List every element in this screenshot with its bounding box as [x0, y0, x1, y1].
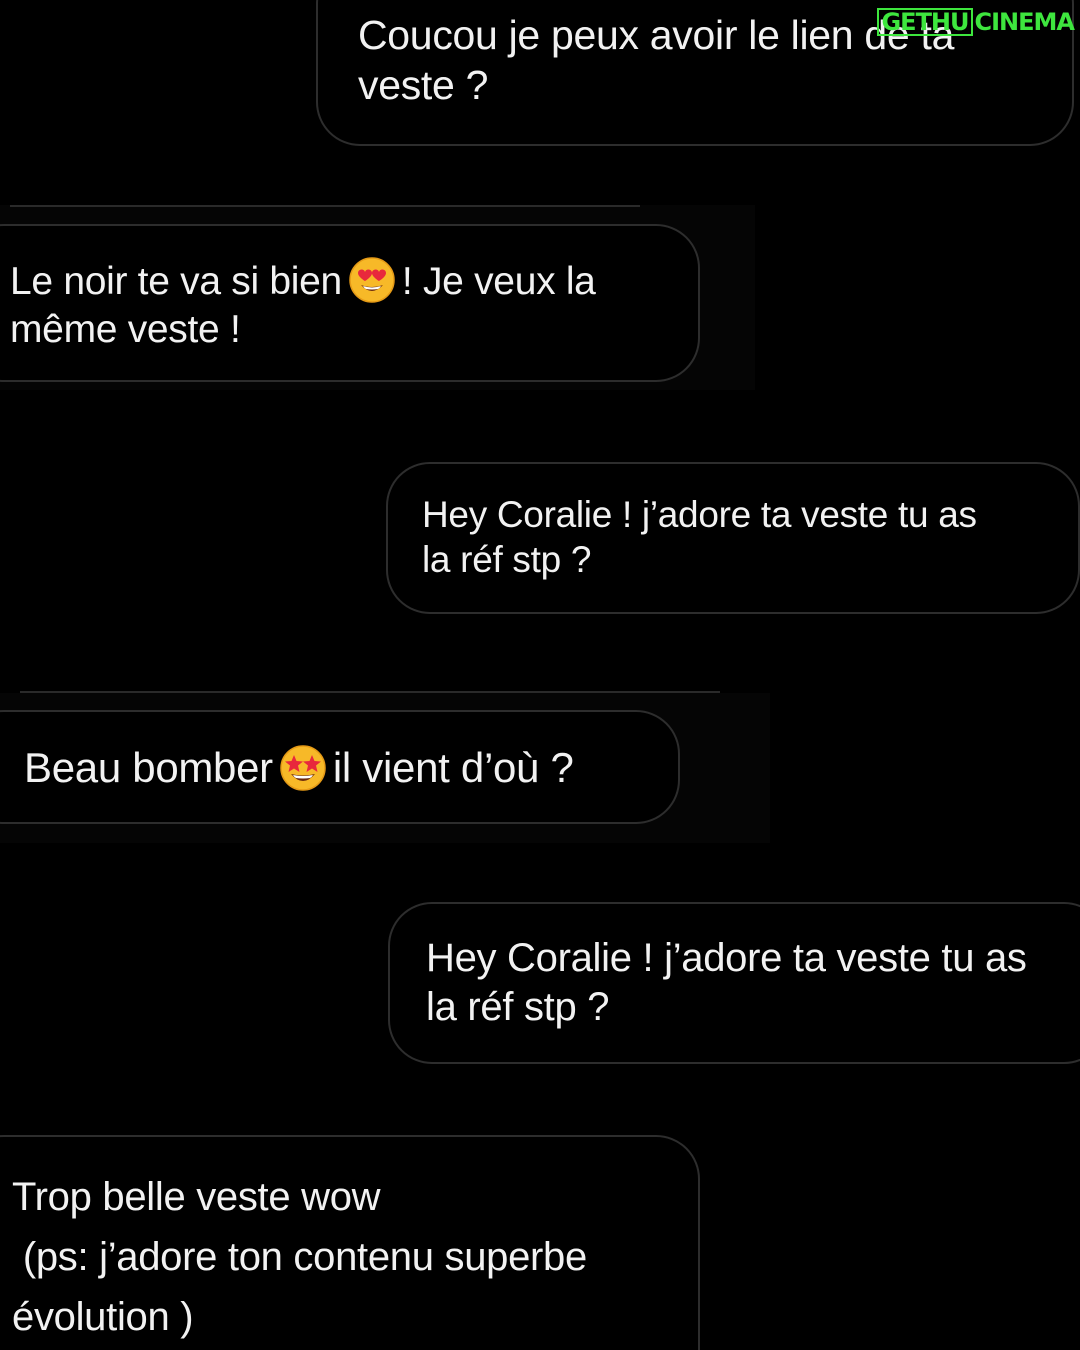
message-text: Le noir te va si bien [10, 260, 342, 303]
divider [20, 691, 720, 693]
chat-screenshot: Coucou je peux avoir le lien de ta veste… [0, 0, 1080, 1350]
received-message-bubble[interactable]: Trop belle veste wow (ps: j’adore ton co… [0, 1135, 700, 1350]
message-text: Beau bomber [24, 744, 273, 791]
watermark-logo: GETHU CINEMA [877, 8, 1075, 36]
message-text: Trop belle veste wow (ps: j’adore ton co… [12, 1175, 587, 1339]
sent-message-bubble[interactable]: Hey Coralie ! j’adore ta veste tu as la … [386, 462, 1080, 614]
sent-message-bubble[interactable]: Hey Coralie ! j’adore ta veste tu as la … [388, 902, 1080, 1064]
received-message-bubble[interactable]: Beau bomber il vient d’où ? [0, 710, 680, 824]
divider [10, 205, 640, 207]
message-text: Hey Coralie ! j’adore ta veste tu as la … [426, 936, 1027, 1029]
heart-eyes-emoji-icon [349, 257, 395, 303]
star-struck-emoji-icon [280, 745, 326, 791]
message-text: il vient d’où ? [332, 744, 574, 791]
message-text: Hey Coralie ! j’adore ta veste tu as la … [422, 494, 977, 581]
watermark-part2: CINEMA [974, 8, 1075, 36]
received-message-bubble[interactable]: Le noir te va si bien ! Je veux la même … [0, 224, 700, 382]
watermark-part1: GETHU [877, 8, 973, 36]
